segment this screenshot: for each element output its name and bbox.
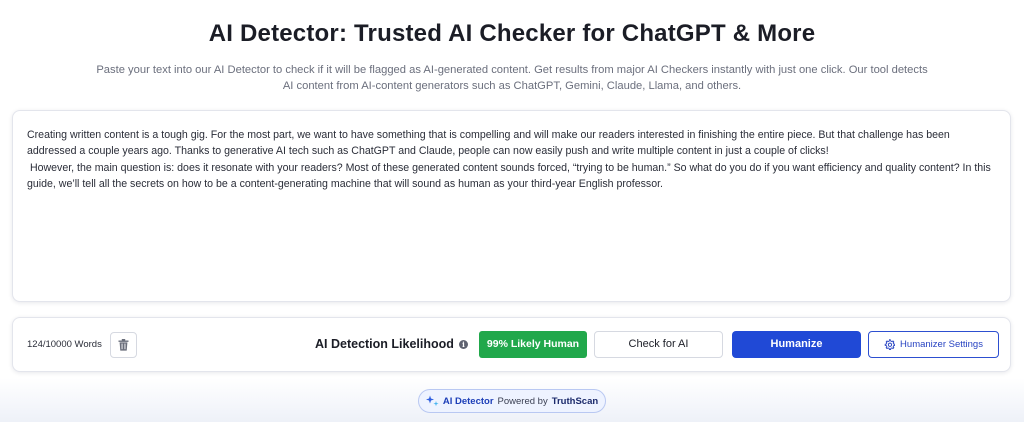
powered-by-badge[interactable]: AI Detector Powered by TruthScan	[418, 389, 606, 413]
sparkle-icon	[425, 395, 439, 407]
humanizer-settings-button[interactable]: Humanizer Settings	[868, 331, 999, 358]
clear-text-button[interactable]	[110, 332, 137, 358]
trash-icon	[118, 339, 129, 351]
powered-by-text: Powered by	[497, 395, 548, 407]
editor-paragraph: However, the main question is: does it r…	[27, 161, 994, 190]
action-toolbar: 124/10000 Words AI Detection Likelihood …	[12, 317, 1011, 372]
text-editor[interactable]: Creating written content is a tough gig.…	[12, 110, 1011, 302]
humanizer-settings-label: Humanizer Settings	[900, 339, 983, 350]
word-count: 124/10000 Words	[27, 339, 102, 350]
editor-paragraph: Creating written content is a tough gig.…	[27, 129, 953, 158]
editor-content[interactable]: Creating written content is a tough gig.…	[27, 127, 999, 192]
check-for-ai-button[interactable]: Check for AI	[594, 331, 723, 358]
page-subtitle: Paste your text into our AI Detector to …	[96, 64, 928, 92]
detection-result-badge: 99% Likely Human	[479, 331, 587, 358]
gear-icon	[884, 339, 896, 350]
brand-name: TruthScan	[551, 395, 599, 407]
detection-label: AI Detection Likelihood	[315, 337, 454, 351]
product-name: AI Detector	[442, 395, 494, 407]
page-title: AI Detector: Trusted AI Checker for Chat…	[208, 20, 816, 47]
info-icon[interactable]: i	[459, 340, 468, 349]
humanize-button[interactable]: Humanize	[732, 331, 861, 358]
